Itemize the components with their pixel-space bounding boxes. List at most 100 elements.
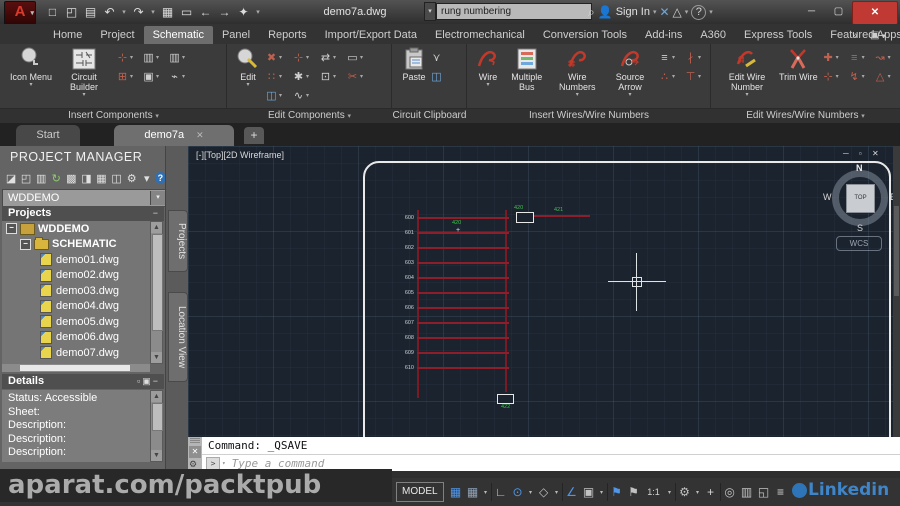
annotation-scale-caret-icon[interactable]: ▾ xyxy=(666,489,674,496)
ribbon-tab[interactable]: Import/Export Data xyxy=(316,26,426,44)
ribbon-tab[interactable]: Add-ins xyxy=(636,26,691,44)
scroll-up-icon[interactable]: ▲ xyxy=(151,391,162,402)
osnap-caret-icon[interactable]: ▾ xyxy=(598,489,606,496)
dot-tee-icon[interactable]: ∴ ▾ xyxy=(657,67,681,86)
edit-wires-panel-label[interactable]: Edit Wires/Wire Numbers ▾ xyxy=(711,109,900,124)
tree-scrollbar[interactable]: ▲ ▼ xyxy=(150,221,163,364)
recent-commands-caret-icon[interactable]: ▾ xyxy=(222,460,226,467)
hardware-icon[interactable]: ▥ xyxy=(739,485,755,499)
swap-icon[interactable]: ⇄ ▾ xyxy=(318,48,342,67)
isodraft-caret-icon[interactable]: ▾ xyxy=(553,489,561,496)
tree-node-drawing[interactable]: demo04.dwg xyxy=(2,299,150,315)
ribbon-tab[interactable]: Express Tools xyxy=(735,26,821,44)
save-icon[interactable]: ▤ xyxy=(82,5,99,19)
ribbon-tab[interactable]: Home xyxy=(44,26,91,44)
ribbon-overflow-icon[interactable]: » xyxy=(846,27,864,44)
wire-numbers-button[interactable]: Wire Numbers ▾ xyxy=(552,46,602,98)
plot-project-icon[interactable]: ⚙ xyxy=(125,172,139,185)
wire-gap-icon[interactable]: ∤ ▾ xyxy=(683,48,707,67)
insert-components-panel-label[interactable]: Insert Components ▾ xyxy=(0,109,227,124)
redo-caret-icon[interactable]: ▾ xyxy=(149,8,157,16)
annotation-icon[interactable]: ⚑ xyxy=(609,485,625,499)
tree-horizontal-scrollbar[interactable] xyxy=(2,364,150,372)
new-tab-button[interactable]: + xyxy=(244,127,264,144)
project-task-icon[interactable]: ▩ xyxy=(64,172,78,185)
sign-in-caret-icon[interactable]: ▾ xyxy=(653,8,657,16)
icon-menu-button[interactable]: Icon Menu ▾ xyxy=(10,46,52,88)
viewcube-north[interactable]: N xyxy=(856,163,863,173)
project-wide-icon[interactable]: ◨ xyxy=(79,172,93,185)
project-dropdown-caret-icon[interactable]: ▾ xyxy=(150,191,165,205)
collapse-node-icon[interactable]: − xyxy=(20,238,31,250)
collapse-details-icon[interactable]: − xyxy=(153,376,160,386)
copy-circuit-icon[interactable]: ⋎ xyxy=(429,48,453,67)
search-go-icon[interactable]: ⌕ xyxy=(588,5,595,20)
trim-wire-button[interactable]: Trim Wire xyxy=(779,46,818,82)
link-icon[interactable]: ∿ ▾ xyxy=(291,86,315,105)
plot-icon[interactable]: ▦ xyxy=(159,5,176,19)
insert-dots-icon[interactable]: ⊞ ▾ xyxy=(115,67,139,86)
snap-icon[interactable]: ▦ xyxy=(465,485,481,499)
forward-icon[interactable]: → xyxy=(216,5,233,19)
ribbon-tab[interactable]: Conversion Tools xyxy=(534,26,636,44)
check-wire-icon[interactable]: △ ▾ xyxy=(873,67,897,86)
side-tab-location-view[interactable]: Location View xyxy=(168,292,188,382)
publish-icon[interactable]: ◫ xyxy=(110,172,124,185)
command-line-grip[interactable]: ✕ ⚙ xyxy=(188,437,202,471)
align-icon[interactable]: ∷ ▾ xyxy=(264,67,288,86)
edit-block-icon[interactable]: ⊡ ▾ xyxy=(318,67,342,86)
polar-caret-icon[interactable]: ▾ xyxy=(527,489,535,496)
insert-plc-icon[interactable]: ▥ ▾ xyxy=(141,48,165,67)
move-component-icon[interactable]: ⊹ ▾ xyxy=(291,48,315,67)
scroll-down-icon[interactable]: ▼ xyxy=(151,450,162,461)
circuit-builder-button[interactable]: Circuit Builder ▾ xyxy=(56,46,112,98)
autoscale-icon[interactable]: ⚑ xyxy=(626,485,642,499)
search-toggle-icon[interactable]: ▾ xyxy=(424,2,436,21)
insert-terminal-icon[interactable]: ▥ ▾ xyxy=(167,48,191,67)
erase-icon[interactable]: ✂ ▾ xyxy=(345,67,369,86)
tab-close-icon[interactable]: ✕ xyxy=(196,130,204,140)
fix-wire-number-icon[interactable]: ✚ ▾ xyxy=(821,48,845,67)
isodraft-icon[interactable]: ◇ xyxy=(536,485,552,499)
qat-customize-icon[interactable]: ▾ xyxy=(254,8,262,16)
otrack-icon[interactable]: ∠ xyxy=(564,485,580,499)
edit-button[interactable]: Edit ▾ xyxy=(235,46,261,88)
tab-demo7a[interactable]: demo7a ✕ xyxy=(114,125,234,146)
a360-caret-icon[interactable]: ▾ xyxy=(685,8,689,16)
annotation-scale-label[interactable]: 1:1 xyxy=(643,487,665,497)
viewcube[interactable]: N S W E TOP xyxy=(823,163,893,233)
project-dropdown[interactable]: WDDEMO ▾ xyxy=(2,189,166,207)
source-arrow-button[interactable]: Source Arrow ▾ xyxy=(606,46,654,98)
sign-in-button[interactable]: Sign In xyxy=(616,6,650,18)
tree-node-project[interactable]: − WDDEMO xyxy=(2,221,150,237)
drawing-list-icon[interactable]: ▦ xyxy=(94,172,108,185)
close-button[interactable]: ✕ xyxy=(852,1,898,25)
paste-button[interactable]: Paste xyxy=(402,46,426,82)
insert-connector-icon[interactable]: ⌁ ▾ xyxy=(167,67,191,86)
help-button[interactable]: ? xyxy=(691,4,707,20)
xdata-icon[interactable]: ◫ ▾ xyxy=(264,86,288,105)
redo-icon[interactable]: ↷ xyxy=(130,5,147,19)
refresh-icon[interactable]: ↻ xyxy=(49,172,63,185)
wcs-button[interactable]: WCS xyxy=(836,236,882,251)
back-icon[interactable]: ← xyxy=(197,5,214,19)
isolate-icon[interactable]: ◎ xyxy=(722,485,738,499)
ladder-icon[interactable]: ≡ ▾ xyxy=(657,48,681,67)
insert-component-icon[interactable]: ⊹ ▾ xyxy=(115,48,139,67)
preview-icon[interactable]: ▣ xyxy=(142,376,153,386)
ladder-edit-icon[interactable]: ≡ ▾ xyxy=(847,48,871,67)
osnap-icon[interactable]: ▣ xyxy=(581,485,597,499)
edit-wire-number-button[interactable]: Edit Wire Number ▾ xyxy=(719,46,775,98)
scroll-thumb[interactable] xyxy=(152,403,163,431)
edit-components-panel-label[interactable]: Edit Components ▾ xyxy=(227,109,392,124)
canvas-scrollbar[interactable] xyxy=(893,146,900,437)
wire-tee-icon[interactable]: ⊤ ▾ xyxy=(683,67,707,86)
polar-icon[interactable]: ⊙ xyxy=(510,485,526,499)
project-open-icon[interactable]: ◪ xyxy=(4,172,18,185)
scroll-up-icon[interactable]: ▲ xyxy=(151,222,162,233)
recent-commands-icon[interactable]: > xyxy=(206,456,220,470)
ribbon-tab[interactable]: Panel xyxy=(213,26,259,44)
tree-node-drawing[interactable]: demo02.dwg xyxy=(2,268,150,284)
ribbon-tab[interactable]: A360 xyxy=(691,26,735,44)
side-tab-projects[interactable]: Projects xyxy=(168,210,188,272)
